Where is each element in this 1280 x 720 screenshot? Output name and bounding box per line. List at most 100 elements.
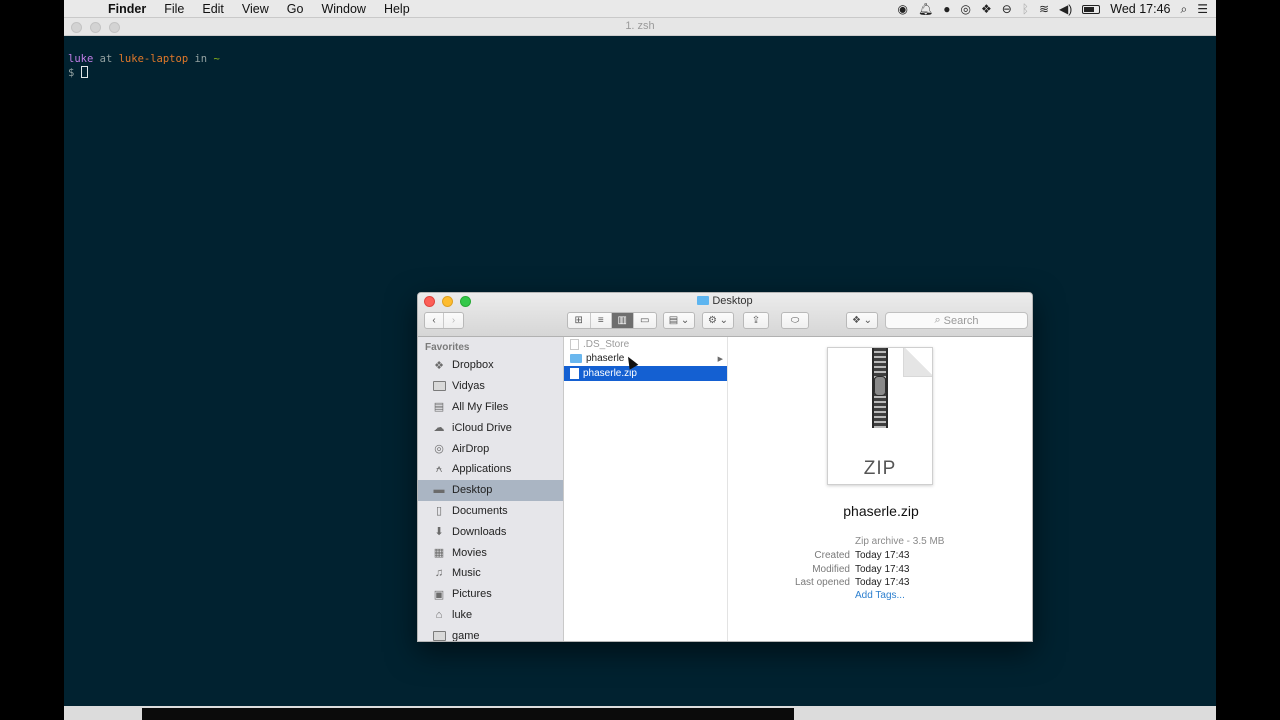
arrange-icon: ▤ ⌄: [668, 315, 690, 326]
chat-bubble-icon[interactable]: ●: [943, 0, 950, 18]
folder-icon: [570, 354, 582, 364]
documents-icon: ▯: [435, 505, 443, 518]
pictures-icon: ▣: [433, 588, 445, 601]
search-input[interactable]: ⌕ Search: [885, 312, 1028, 329]
column-view-icon[interactable]: ▥: [612, 313, 634, 328]
sidebar-item-dropbox[interactable]: ❖ Dropbox: [418, 355, 563, 376]
sidebar-item-luke[interactable]: ⌂ luke: [418, 605, 563, 626]
wifi-icon[interactable]: ≋: [1039, 0, 1049, 18]
menu-go[interactable]: Go: [278, 0, 313, 18]
cloud-icon: ☁: [433, 422, 445, 435]
created-value: Today 17:43: [855, 550, 910, 561]
preview-file-kind: Zip archive - 3.5 MB: [855, 536, 945, 547]
spotlight-search-icon[interactable]: ⌕: [1181, 0, 1188, 18]
search-placeholder: Search: [943, 314, 979, 327]
page-fold-icon: [903, 348, 932, 377]
battery-icon[interactable]: [1082, 4, 1101, 14]
menu-file[interactable]: File: [155, 0, 193, 18]
list-view-icon[interactable]: ≡: [591, 313, 613, 328]
sidebar-item-icloud-drive[interactable]: ☁ iCloud Drive: [418, 417, 563, 438]
sidebar-item-desktop[interactable]: ▬ Desktop: [418, 479, 563, 501]
created-label: Created: [814, 550, 850, 561]
music-icon: ♫: [434, 567, 444, 580]
creative-cloud-icon[interactable]: ◎: [960, 0, 970, 18]
sidebar-item-music[interactable]: ♫ Music: [418, 563, 563, 584]
volume-icon[interactable]: ◀︎): [1059, 0, 1072, 18]
preview-file-name: phaserle.zip: [843, 503, 919, 519]
list-item[interactable]: .DS_Store: [564, 337, 727, 352]
sidebar-item-airdrop[interactable]: ◎ AirDrop: [418, 438, 563, 459]
arrange-button[interactable]: ▤ ⌄: [663, 312, 695, 329]
sidebar-item-documents[interactable]: ▯ Documents: [418, 501, 563, 522]
status-area: ◉ 🔔︎ ● ◎ ❖ ⊖ ᛒ ≋ ◀︎) Wed 17:46 ⌕ ☰: [897, 0, 1208, 18]
list-item[interactable]: phaserle.zip: [564, 366, 727, 381]
zip-icon-label: ZIP: [863, 458, 897, 479]
finder-window: Desktop ‹ › ⊞ ≡ ▥ ▭ ▤ ⌄ ⚙ ⌄ ⇪ ⬭ ❖ ⌄ ⌕ Se…: [417, 292, 1033, 642]
sidebar-item-game[interactable]: game: [418, 625, 563, 641]
sidebar-item-movies[interactable]: ▦ Movies: [418, 542, 563, 563]
movies-icon: ▦: [433, 547, 445, 560]
terminal-directory: ~: [213, 53, 220, 65]
terminal-input-line[interactable]: $: [68, 66, 1212, 80]
applications-icon: ⍲: [435, 462, 443, 475]
dropbox-menubar-icon[interactable]: ❖: [981, 0, 992, 18]
file-name: .DS_Store: [583, 338, 630, 350]
sidebar-item-label: Music: [452, 567, 481, 580]
last-opened-value: Today 17:43: [855, 577, 910, 588]
icon-view-icon[interactable]: ⊞: [568, 313, 591, 328]
sidebar-item-label: iCloud Drive: [452, 421, 512, 434]
sync-icon[interactable]: ⊖: [1002, 0, 1012, 18]
list-item[interactable]: phaserle ▶: [564, 352, 727, 367]
back-forward-buttons: ‹ ›: [424, 312, 464, 329]
last-opened-label: Last opened: [794, 577, 850, 588]
dropbox-button[interactable]: ❖ ⌄: [846, 312, 878, 329]
add-tags-link[interactable]: Add Tags...: [855, 590, 905, 601]
finder-title: Desktop: [418, 295, 1032, 307]
sidebar-item-label: Documents: [452, 504, 508, 517]
sidebar-item-label: Movies: [452, 546, 487, 559]
tags-button[interactable]: ⬭: [781, 312, 809, 329]
notification-bell-icon[interactable]: 🔔︎: [918, 0, 933, 18]
sidebar-item-label: All My Files: [452, 400, 509, 413]
sidebar-item-label: Vidyas: [452, 380, 485, 393]
forward-button[interactable]: ›: [444, 313, 463, 328]
zip-archive-icon: ZIP: [827, 347, 933, 485]
folder-icon: [432, 380, 446, 392]
menu-app-name[interactable]: Finder: [108, 0, 155, 18]
bluetooth-icon[interactable]: ᛒ: [1022, 0, 1029, 18]
action-button[interactable]: ⚙ ⌄: [702, 312, 734, 329]
finder-title-text: Desktop: [712, 295, 753, 307]
dropbox-icon: ❖: [434, 359, 444, 372]
sidebar-item-applications[interactable]: ⍲ Applications: [418, 459, 563, 480]
cover-flow-icon[interactable]: ▭: [634, 313, 656, 328]
dock-shelf: [142, 708, 794, 720]
back-button[interactable]: ‹: [425, 313, 445, 328]
finder-sidebar: Favorites ❖ Dropbox Vidyas ▤ All My Files …: [418, 337, 564, 641]
record-icon[interactable]: ◉: [897, 0, 907, 18]
terminal-prompt-info: luke at luke-laptop in ~: [68, 52, 1212, 66]
sidebar-item-downloads[interactable]: ⬇ Downloads: [418, 521, 563, 542]
sidebar-item-vidyas[interactable]: Vidyas: [418, 376, 563, 397]
finder-column: .DS_Store phaserle ▶ phaserle.zip: [564, 337, 728, 641]
share-icon: ⇪: [751, 315, 761, 326]
terminal-cursor: [80, 66, 88, 78]
menu-view[interactable]: View: [233, 0, 278, 18]
menu-help[interactable]: Help: [375, 0, 419, 18]
view-mode-switcher: ⊞ ≡ ▥ ▭: [567, 312, 657, 329]
clock[interactable]: Wed 17:46: [1110, 2, 1170, 16]
menu-edit[interactable]: Edit: [193, 0, 233, 18]
notification-center-icon[interactable]: ☰: [1197, 0, 1208, 18]
sidebar-item-all-my-files[interactable]: ▤ All My Files: [418, 397, 563, 418]
finder-preview-pane: ZIP phaserle.zip Zip archive - 3.5 MB Cr…: [728, 337, 1032, 641]
zip-file-icon: [570, 367, 579, 379]
file-name: phaserle: [586, 353, 625, 365]
share-button[interactable]: ⇪: [743, 312, 769, 329]
terminal-title: 1. zsh: [625, 20, 655, 32]
menu-window[interactable]: Window: [312, 0, 374, 18]
sidebar-item-label: luke: [452, 608, 473, 621]
sidebar-item-pictures[interactable]: ▣ Pictures: [418, 584, 563, 605]
terminal-at: at: [99, 53, 113, 65]
all-files-icon: ▤: [433, 401, 445, 414]
menu-bar: Finder File Edit View Go Window Help ◉ 🔔…: [64, 0, 1216, 18]
terminal-in: in: [194, 53, 208, 65]
